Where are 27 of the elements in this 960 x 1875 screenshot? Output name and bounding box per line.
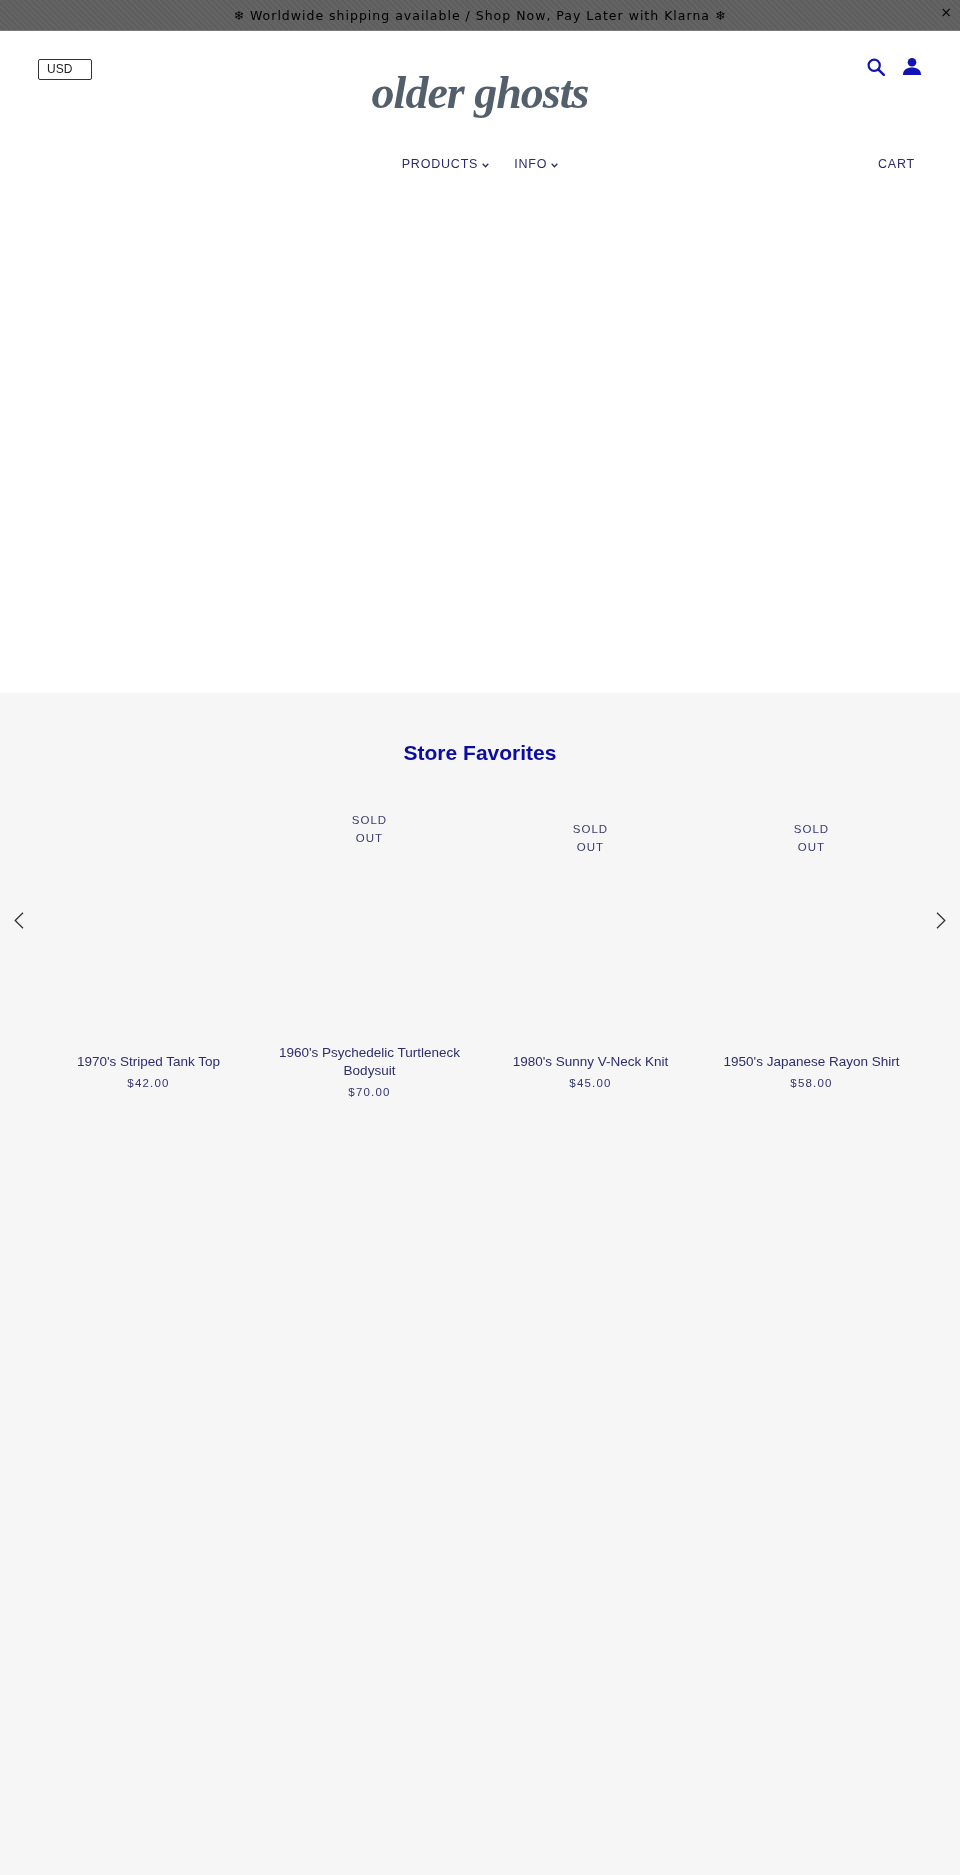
- account-button[interactable]: [901, 56, 923, 78]
- sold-out-label: SOLD OUT: [572, 822, 609, 855]
- nav-link[interactable]: INFO: [514, 155, 559, 173]
- store-logo[interactable]: older ghosts: [371, 62, 589, 124]
- chevron-left-icon: [14, 912, 24, 929]
- product-price: $45.00: [569, 1076, 612, 1091]
- nav-link[interactable]: PRODUCTS: [401, 155, 490, 173]
- close-button[interactable]: ×: [938, 4, 954, 20]
- product-title[interactable]: 1980's Sunny V-Neck Knit: [512, 1053, 669, 1071]
- cart-link[interactable]: CART: [878, 155, 915, 173]
- announcement-text[interactable]: ❄ Worldwide shipping available / Shop Now, Pay Later with Klarna ❄: [233, 7, 727, 23]
- previous-button[interactable]: [12, 910, 26, 931]
- product-price: $70.00: [348, 1085, 391, 1100]
- next-button[interactable]: [934, 910, 948, 931]
- sold-out-label: SOLD OUT: [351, 813, 388, 846]
- search-icon: [867, 58, 885, 76]
- chevron-right-icon: [936, 912, 946, 929]
- section-title: Store Favorites: [402, 740, 558, 766]
- product-title[interactable]: 1970's Striped Tank Top: [76, 1053, 221, 1071]
- product-price: $42.00: [127, 1076, 170, 1091]
- sold-out-label: SOLD OUT: [793, 822, 830, 855]
- product-title[interactable]: 1950's Japanese Rayon Shirt: [723, 1053, 900, 1071]
- product-title[interactable]: 1960's Psychedelic Turtleneck Bodysuit: [265, 1044, 474, 1080]
- person-icon: [903, 58, 921, 75]
- currency-select[interactable]: USD: [38, 59, 92, 80]
- search-button[interactable]: [865, 56, 887, 78]
- product-price: $58.00: [790, 1076, 833, 1091]
